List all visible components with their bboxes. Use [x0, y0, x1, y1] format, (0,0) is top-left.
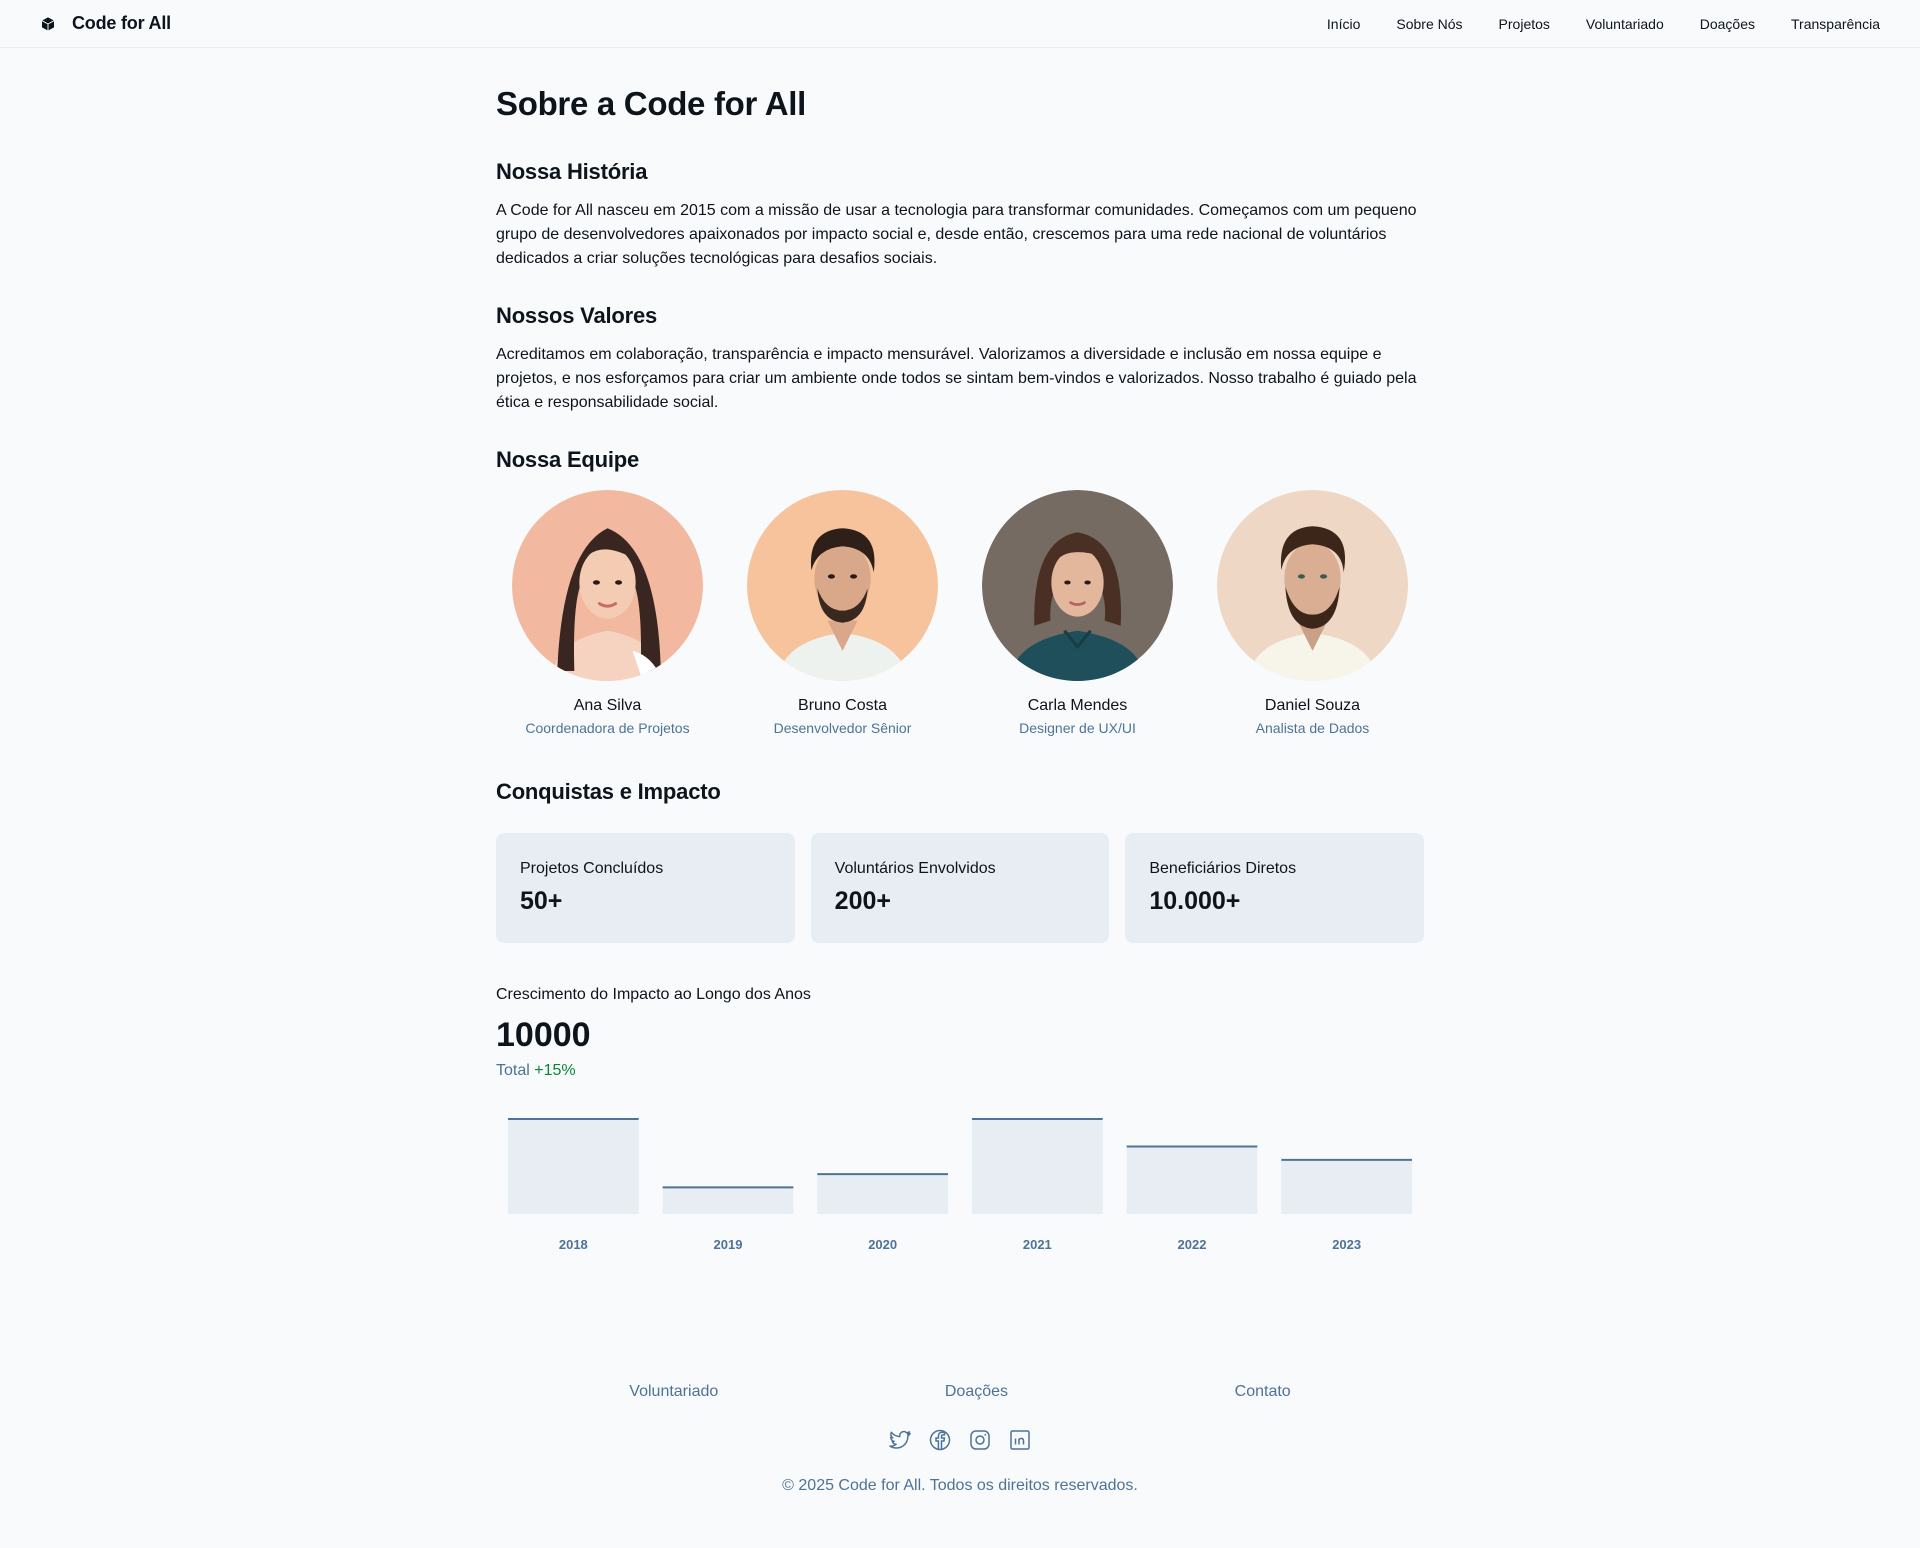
- team-title: Nossa Equipe: [496, 447, 640, 472]
- footer-links: Voluntariado Doações Contato: [496, 1380, 1424, 1404]
- page-title: Sobre a Code for All: [496, 85, 806, 122]
- stat-label: Voluntários Envolvidos: [834, 860, 996, 877]
- chart-bar-2022: [1126, 1146, 1258, 1214]
- instagram-icon[interactable]: [968, 1428, 992, 1452]
- chart-total-value: 10000: [496, 1016, 591, 1054]
- values-text: Acreditamos em colaboração, transparênci…: [496, 346, 1417, 411]
- main-nav: Início Sobre Nós Projetos Voluntariado D…: [1327, 16, 1880, 32]
- team-member: Ana Silva Coordenadora de Projetos: [512, 490, 703, 738]
- avatar-bruno-costa: [747, 490, 938, 681]
- chart-bar-2020: [817, 1174, 948, 1214]
- chart-change: +15%: [534, 1062, 576, 1079]
- twitter-icon[interactable]: [888, 1428, 912, 1452]
- stat-label: Projetos Concluídos: [520, 860, 664, 877]
- stat-value: 200+: [834, 887, 891, 915]
- cube-logo-icon: [41, 16, 55, 31]
- brand-name: Code for All: [72, 13, 171, 33]
- footer-link-voluntariado[interactable]: Voluntariado: [629, 1380, 718, 1404]
- chart-bar-2021: [972, 1119, 1103, 1214]
- stat-label: Beneficiários Diretos: [1149, 860, 1297, 877]
- avatar-carla-mendes: [982, 490, 1173, 681]
- member-name: Bruno Costa: [798, 697, 887, 714]
- nav-link-sobre-nos[interactable]: Sobre Nós: [1396, 16, 1462, 32]
- chart-tick-label: 2022: [1178, 1237, 1207, 1252]
- nav-link-doacoes[interactable]: Doações: [1700, 16, 1755, 32]
- chart-bar-2018: [508, 1119, 639, 1214]
- member-name: Ana Silva: [573, 697, 642, 714]
- impact-chart-block: Crescimento do Impacto ao Longo dos Anos…: [496, 983, 1424, 1275]
- stat-card: Voluntários Envolvidos 200+: [810, 833, 1110, 943]
- member-role: Designer de UX/UI: [1019, 720, 1136, 736]
- chart-subtitle: Total +15%: [496, 1059, 1424, 1083]
- stat-value: 50+: [520, 887, 563, 915]
- member-name: Carla Mendes: [1027, 697, 1128, 714]
- top-navigation-bar: Code for All Início Sobre Nós Projetos V…: [0, 0, 1920, 48]
- chart-tick-label: 2019: [714, 1237, 743, 1252]
- chart-tick-label: 2018: [559, 1237, 588, 1252]
- member-name: Daniel Souza: [1264, 697, 1361, 714]
- team-grid: Ana Silva Coordenadora de Projetos Bruno…: [496, 490, 1424, 738]
- chart-tick-label: 2023: [1332, 1237, 1361, 1252]
- footer: Voluntariado Doações Contato © 2025 Code…: [496, 1380, 1424, 1498]
- brand[interactable]: Code for All: [40, 13, 171, 34]
- chart-sub-label: Total: [496, 1062, 530, 1079]
- nav-link-inicio[interactable]: Início: [1327, 16, 1360, 32]
- team-member: Carla Mendes Designer de UX/UI: [982, 490, 1173, 738]
- chart-bar-2023: [1281, 1159, 1412, 1214]
- copyright: © 2025 Code for All. Todos os direitos r…: [782, 1477, 1138, 1494]
- history-text: A Code for All nasceu em 2015 com a miss…: [496, 202, 1417, 267]
- facebook-icon[interactable]: [928, 1428, 952, 1452]
- values-title: Nossos Valores: [496, 303, 658, 328]
- footer-link-doacoes[interactable]: Doações: [945, 1380, 1008, 1404]
- footer-link-contato[interactable]: Contato: [1235, 1380, 1291, 1404]
- social-links: [496, 1428, 1424, 1452]
- nav-link-projetos[interactable]: Projetos: [1499, 16, 1550, 32]
- history-title: Nossa História: [496, 159, 648, 184]
- avatar-daniel-souza: [1217, 490, 1408, 681]
- nav-link-transparencia[interactable]: Transparência: [1791, 16, 1880, 32]
- main-content: Sobre a Code for All Nossa História A Co…: [496, 48, 1425, 1275]
- chart-bar-2019: [662, 1187, 794, 1214]
- member-role: Analista de Dados: [1255, 720, 1370, 736]
- team-member: Daniel Souza Analista de Dados: [1217, 490, 1408, 738]
- stats-row: Projetos Concluídos 50+ Voluntários Envo…: [496, 833, 1425, 943]
- team-member: Bruno Costa Desenvolvedor Sênior: [747, 490, 938, 738]
- stat-card: Projetos Concluídos 50+: [496, 833, 795, 943]
- stat-value: 10.000+: [1149, 887, 1241, 915]
- linkedin-icon[interactable]: [1008, 1428, 1032, 1452]
- chart-label: Crescimento do Impacto ao Longo dos Anos: [496, 986, 811, 1003]
- chart-tick-label: 2021: [1023, 1237, 1052, 1252]
- stat-card: Beneficiários Diretos 10.000+: [1125, 833, 1425, 943]
- impact-title: Conquistas e Impacto: [496, 779, 721, 804]
- member-role: Coordenadora de Projetos: [525, 720, 690, 736]
- nav-link-voluntariado[interactable]: Voluntariado: [1586, 16, 1664, 32]
- chart-tick-label: 2020: [868, 1237, 897, 1252]
- impact-bar-chart: 2018 2019 2020 2021 2022 2023: [508, 1118, 1412, 1252]
- avatar-ana-silva: [512, 490, 703, 681]
- member-role: Desenvolvedor Sênior: [773, 720, 912, 736]
